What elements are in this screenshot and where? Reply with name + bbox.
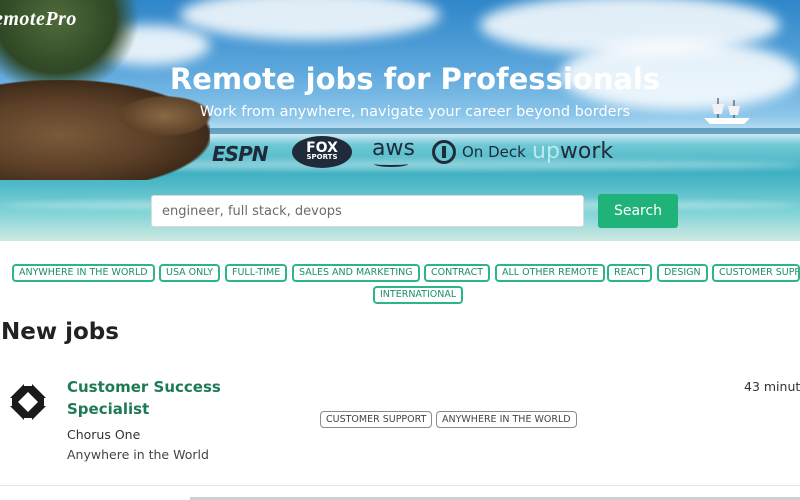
aws-logo-text: aws (372, 136, 415, 161)
fox-sports-logo: FOX SPORTS (292, 136, 352, 168)
job-tag-customer-support[interactable]: CUSTOMER SUPPORT (320, 411, 433, 428)
job-company: Chorus One (67, 427, 141, 442)
ondeck-icon (432, 140, 456, 164)
client-logos: ESPN FOX SPORTS aws On Deck upwork (210, 136, 630, 170)
divider (0, 485, 800, 486)
tag-contract[interactable]: CONTRACT (424, 264, 491, 282)
hero-title: Remote jobs for Professionals (169, 62, 661, 96)
tag-customer-support[interactable]: CUSTOMER SUPPO (712, 264, 800, 282)
job-title-link[interactable]: Customer Success Specialist (67, 376, 237, 420)
upwork-logo: upwork (532, 139, 613, 164)
brand-logo[interactable]: emotePro (0, 8, 77, 31)
tag-design[interactable]: DESIGN (657, 264, 708, 282)
job-tag-anywhere-in-the-world[interactable]: ANYWHERE IN THE WORLD (436, 411, 577, 428)
ondeck-logo: On Deck (462, 143, 526, 161)
company-logo-icon (6, 380, 50, 424)
tag-full-time[interactable]: FULL-TIME (225, 264, 288, 282)
search-button[interactable]: Search (598, 194, 678, 228)
section-title: New jobs (1, 319, 119, 345)
tag-all-other-remote[interactable]: ALL OTHER REMOTE (495, 264, 606, 282)
hero-subtitle: Work from anywhere, navigate your career… (199, 104, 631, 120)
aws-smile-icon (374, 161, 408, 167)
fox-logo-subtext: SPORTS (306, 153, 338, 161)
espn-logo: ESPN (212, 142, 268, 166)
search-input[interactable] (151, 195, 584, 227)
job-location: Anywhere in the World (67, 447, 209, 462)
job-posted-time: 43 minute (744, 379, 800, 394)
upwork-logo-up: up (532, 139, 560, 164)
hero-banner: emotePro Remote jobs for Professionals W… (0, 0, 800, 241)
aws-logo: aws (372, 136, 415, 167)
tag-react[interactable]: REACT (607, 264, 653, 282)
upwork-logo-work: work (559, 139, 614, 164)
tag-international[interactable]: INTERNATIONAL (373, 286, 464, 304)
tag-anywhere-in-the-world[interactable]: ANYWHERE IN THE WORLD (12, 264, 155, 282)
tag-sales-and-marketing[interactable]: SALES AND MARKETING (292, 264, 420, 282)
cloud (180, 0, 440, 40)
tag-usa-only[interactable]: USA ONLY (159, 264, 221, 282)
